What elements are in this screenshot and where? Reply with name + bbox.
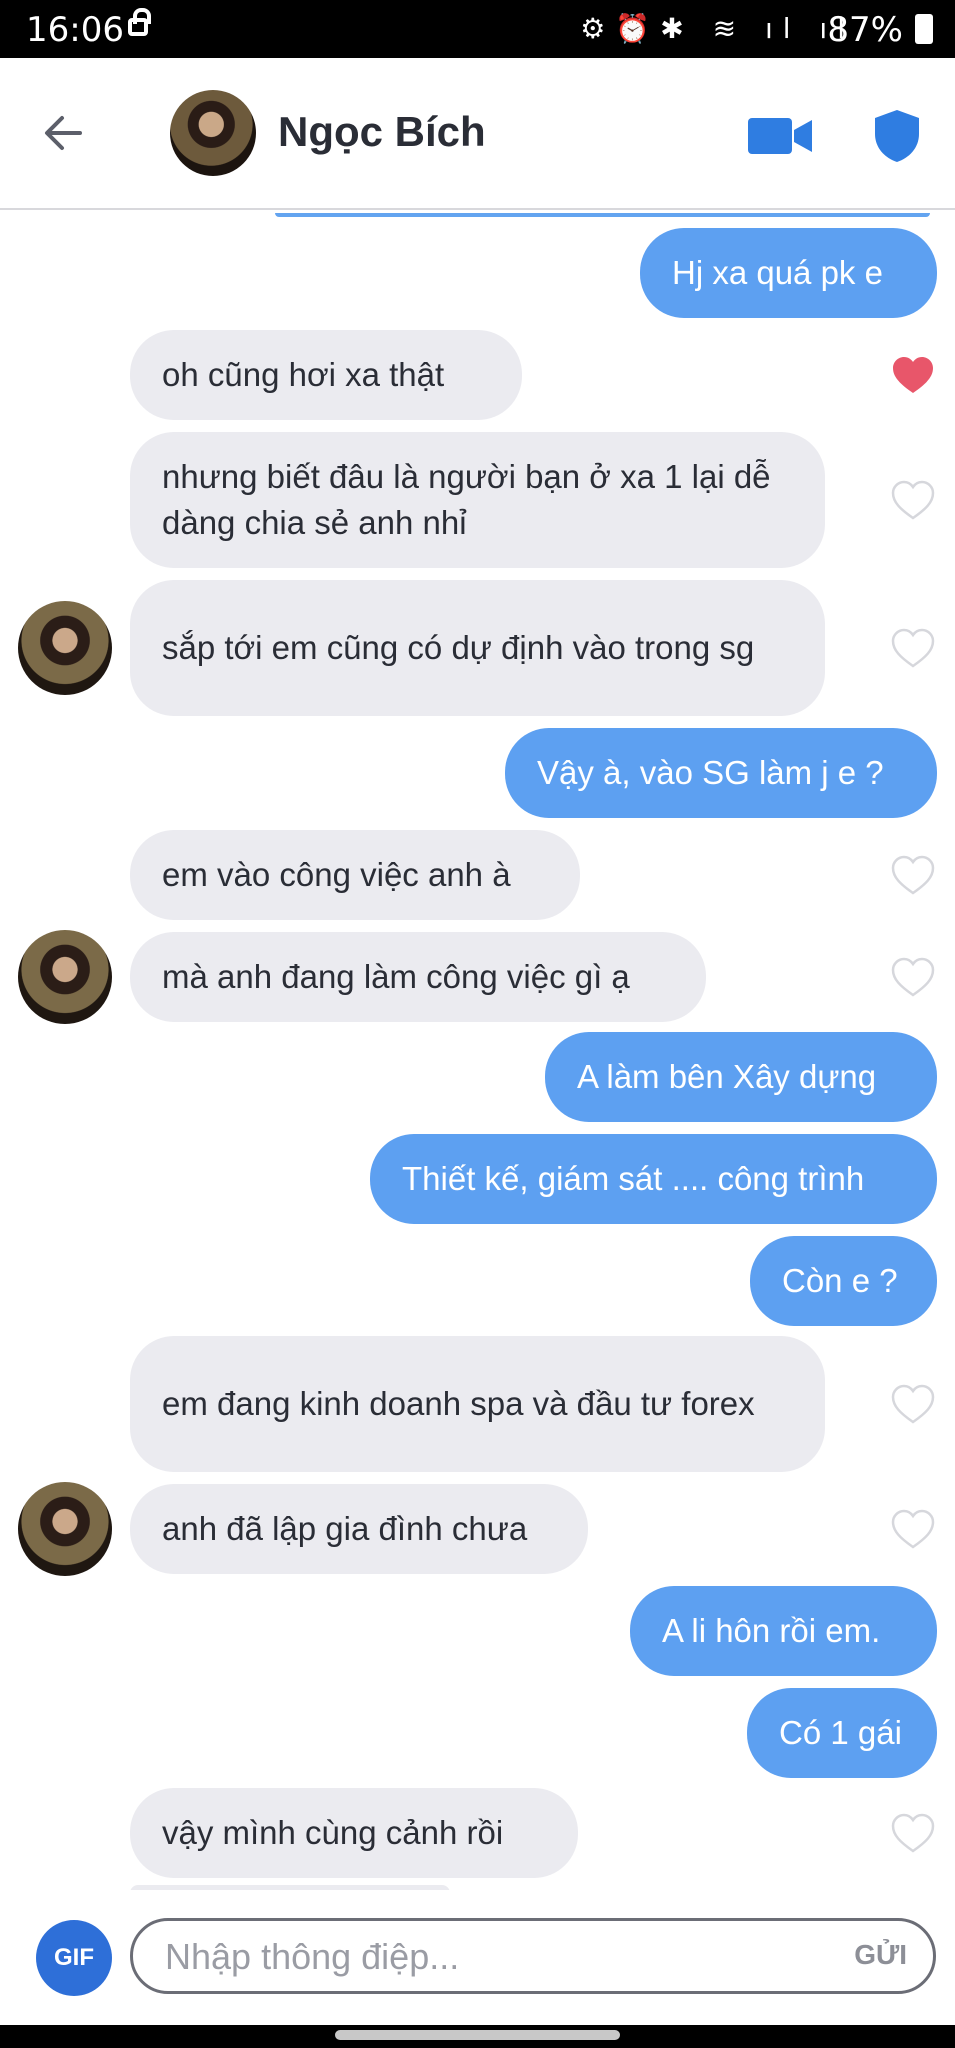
incoming-message-bubble[interactable]: em vào công việc anh à [130, 830, 580, 920]
heart-outline-icon[interactable] [890, 854, 936, 896]
incoming-message-bubble[interactable]: nhưng biết đâu là người bạn ở xa 1 lại d… [130, 432, 825, 568]
contact-avatar-small[interactable] [18, 930, 112, 1024]
composer-bar: GIF GỬI [0, 1890, 955, 2025]
incoming-message-bubble[interactable]: sắp tới em cũng có dự định vào trong sg [130, 580, 825, 716]
chat-header: Ngọc Bích [0, 58, 955, 210]
heart-outline-icon[interactable] [890, 627, 936, 669]
outgoing-message-bubble[interactable]: Thiết kế, giám sát .... công trình [370, 1134, 937, 1224]
outgoing-message-bubble[interactable]: Còn e ? [750, 1236, 937, 1326]
incoming-message-bubble[interactable]: anh đã lập gia đình chưa [130, 1484, 588, 1574]
previous-bubble-edge [275, 213, 930, 217]
heart-outline-icon[interactable] [890, 1508, 936, 1550]
heart-outline-icon[interactable] [890, 1383, 936, 1425]
outgoing-message-bubble[interactable]: Vậy à, vào SG làm j e ? [505, 728, 937, 818]
message-field[interactable]: GỬI [130, 1918, 936, 1994]
back-arrow-icon[interactable] [40, 110, 86, 156]
contact-avatar[interactable] [170, 90, 256, 176]
incoming-message-bubble[interactable]: mà anh đang làm công việc gì ạ [130, 932, 706, 1022]
message-list[interactable]: Hj xa quá pk e oh cũng hơi xa thật nhưng b… [0, 210, 955, 1890]
gif-button[interactable]: GIF [36, 1920, 112, 1996]
lock-icon [128, 8, 151, 36]
heart-outline-icon[interactable] [890, 956, 936, 998]
contact-avatar-small[interactable] [18, 601, 112, 695]
message-input[interactable] [163, 1931, 807, 1983]
incoming-message-bubble[interactable]: em đang kinh doanh spa và đầu tư forex [130, 1336, 825, 1472]
outgoing-message-bubble[interactable]: Có 1 gái [747, 1688, 937, 1778]
system-nav-bar [0, 2025, 955, 2048]
battery-percent: 87% [827, 10, 903, 50]
home-indicator[interactable] [335, 2030, 620, 2040]
status-bar: 16:06 ⚙⏰✱ ≋ ıl ıl 87% [0, 0, 955, 58]
status-icons: ⚙⏰✱ ≋ ıl ıl [580, 12, 855, 45]
send-button[interactable]: GỬI [854, 1939, 907, 1971]
heart-outline-icon[interactable] [890, 479, 936, 521]
contact-name[interactable]: Ngọc Bích [278, 108, 486, 156]
video-call-icon[interactable] [748, 116, 812, 156]
status-time: 16:06 [26, 10, 124, 50]
outgoing-message-bubble[interactable]: A làm bên Xây dựng [545, 1032, 937, 1122]
contact-avatar-small[interactable] [18, 1482, 112, 1576]
outgoing-message-bubble[interactable]: Hj xa quá pk e [640, 228, 937, 318]
incoming-message-bubble[interactable]: vậy mình cùng cảnh rồi [130, 1788, 578, 1878]
heart-filled-icon[interactable] [890, 354, 936, 396]
shield-icon[interactable] [872, 108, 922, 164]
outgoing-message-bubble[interactable]: A li hôn rồi em. [630, 1586, 937, 1676]
heart-outline-icon[interactable] [890, 1812, 936, 1854]
incoming-message-bubble[interactable]: oh cũng hơi xa thật [130, 330, 522, 420]
battery-icon [915, 14, 933, 44]
